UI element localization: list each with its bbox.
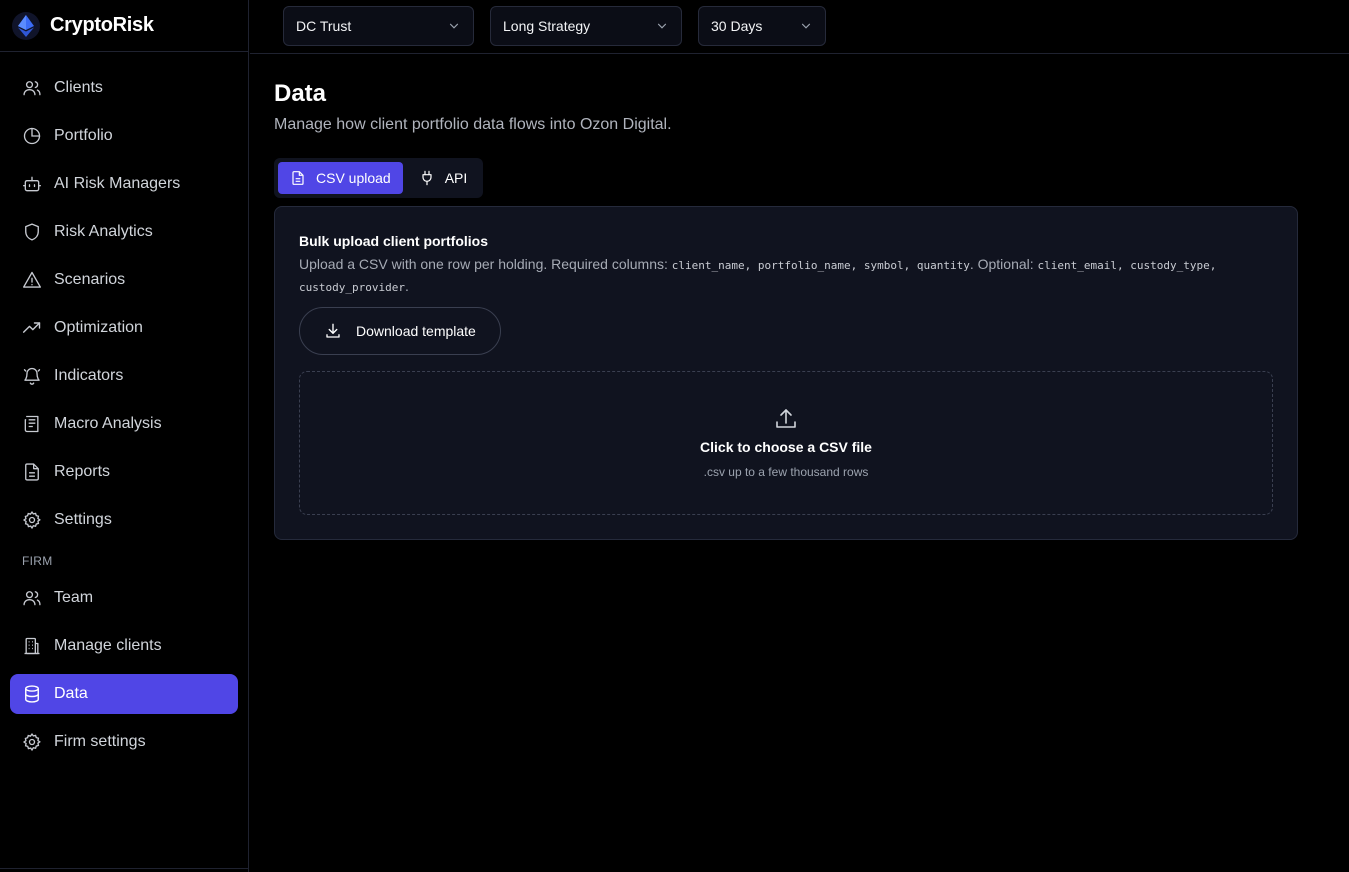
trending-up-icon xyxy=(22,318,42,338)
sidebar-item-label: Indicators xyxy=(54,367,124,384)
sentence-end: . xyxy=(969,256,974,272)
card-description: Upload a CSV with one row per holding. R… xyxy=(299,254,1219,298)
dropzone-hint: .csv up to a few thousand rows xyxy=(703,465,869,479)
optional-column: custody_type xyxy=(1130,259,1210,272)
tab-label: API xyxy=(444,170,468,186)
chevron-down-icon xyxy=(801,23,811,29)
topbar: DC Trust Long Strategy 30 Days xyxy=(250,0,1349,54)
ethereum-diamond-icon xyxy=(12,11,40,40)
sidebar-item-label: Reports xyxy=(54,463,111,480)
building-icon xyxy=(22,636,42,656)
sidebar-item-label: Manage clients xyxy=(54,637,162,654)
column-separator: , xyxy=(1117,259,1131,272)
users-icon xyxy=(22,78,42,98)
file-text-icon xyxy=(22,462,42,482)
gear-icon xyxy=(22,510,42,530)
tab-label: CSV upload xyxy=(316,170,391,186)
column-separator: , xyxy=(850,259,864,272)
sidebar-item-portfolio[interactable]: Portfolio xyxy=(10,116,238,156)
data-tabs: CSV upload API xyxy=(274,158,484,198)
sidebar-item-clients[interactable]: Clients xyxy=(10,68,238,108)
tab-csv-upload[interactable]: CSV upload xyxy=(278,162,403,194)
description-text: Upload a CSV with one row per holding. R… xyxy=(299,256,668,272)
users-icon xyxy=(22,588,42,608)
sidebar: CryptoRisk Clients Portfolio AI Risk Man… xyxy=(0,0,249,872)
download-template-label: Download template xyxy=(356,323,476,339)
optional-column: custody_provider xyxy=(299,281,405,294)
optional-column: client_email xyxy=(1037,259,1118,272)
sidebar-item-settings[interactable]: Settings xyxy=(10,500,238,540)
optional-label: Optional: xyxy=(977,256,1034,272)
database-icon xyxy=(22,684,42,704)
bot-icon xyxy=(22,174,42,194)
download-template-button[interactable]: Download template xyxy=(299,307,501,355)
sentence-end: . xyxy=(404,278,409,294)
required-column: client_name xyxy=(671,259,745,272)
brand-name: CryptoRisk xyxy=(50,14,154,36)
bulk-upload-card: Bulk upload client portfolios Upload a C… xyxy=(274,206,1298,540)
period-select-value: 30 Days xyxy=(711,18,763,34)
firm-nav: Team Manage clients Data Firm settings xyxy=(0,578,248,762)
client-select-value: DC Trust xyxy=(296,18,352,34)
column-separator: , xyxy=(744,259,758,272)
sidebar-item-reports[interactable]: Reports xyxy=(10,452,238,492)
sidebar-nav: Clients Portfolio AI Risk Managers Risk … xyxy=(0,52,248,540)
column-separator: , xyxy=(903,259,917,272)
sidebar-item-risk-analytics[interactable]: Risk Analytics xyxy=(10,212,238,252)
sidebar-item-label: Firm settings xyxy=(54,733,146,750)
file-icon xyxy=(290,170,306,186)
bell-icon xyxy=(22,366,42,386)
sidebar-item-label: Settings xyxy=(54,511,112,528)
card-title: Bulk upload client portfolios xyxy=(299,233,488,249)
required-column: portfolio_name xyxy=(757,259,851,272)
sidebar-item-manage-clients[interactable]: Manage clients xyxy=(10,626,238,666)
sidebar-item-label: Scenarios xyxy=(54,271,126,288)
sidebar-item-scenarios[interactable]: Scenarios xyxy=(10,260,238,300)
page-title: Data xyxy=(274,80,327,107)
sidebar-bottom-divider xyxy=(0,868,249,869)
sidebar-item-macro-analysis[interactable]: Macro Analysis xyxy=(10,404,238,444)
required-column: quantity xyxy=(916,259,970,272)
upload-icon xyxy=(776,409,796,428)
brand[interactable]: CryptoRisk xyxy=(0,0,248,52)
shield-icon xyxy=(22,222,42,242)
sidebar-item-data[interactable]: Data xyxy=(10,674,238,714)
pie-chart-icon xyxy=(22,126,42,146)
sidebar-item-label: Data xyxy=(54,685,88,702)
gear-icon xyxy=(22,732,42,752)
download-icon xyxy=(324,322,342,340)
sidebar-item-label: Risk Analytics xyxy=(54,223,153,240)
dropzone-title: Click to choose a CSV file xyxy=(700,439,872,455)
sidebar-item-label: Portfolio xyxy=(54,127,113,144)
firm-section-label: FIRM xyxy=(22,554,53,568)
sidebar-item-label: AI Risk Managers xyxy=(54,175,181,192)
csv-dropzone[interactable]: Click to choose a CSV file .csv up to a … xyxy=(299,371,1273,515)
sidebar-item-ai-risk-managers[interactable]: AI Risk Managers xyxy=(10,164,238,204)
sidebar-item-team[interactable]: Team xyxy=(10,578,238,618)
sidebar-item-label: Team xyxy=(54,589,94,606)
tab-api[interactable]: API xyxy=(407,162,480,194)
client-select[interactable]: DC Trust xyxy=(283,6,474,46)
page-subtitle: Manage how client portfolio data flows i… xyxy=(274,116,672,133)
column-separator: , xyxy=(1209,259,1217,272)
period-select[interactable]: 30 Days xyxy=(698,6,826,46)
sidebar-item-indicators[interactable]: Indicators xyxy=(10,356,238,396)
sidebar-item-label: Optimization xyxy=(54,319,143,336)
sidebar-item-optimization[interactable]: Optimization xyxy=(10,308,238,348)
sidebar-item-label: Macro Analysis xyxy=(54,415,162,432)
sidebar-item-firm-settings[interactable]: Firm settings xyxy=(10,722,238,762)
main-content: Data Manage how client portfolio data fl… xyxy=(274,54,1349,540)
strategy-select-value: Long Strategy xyxy=(503,18,591,34)
plug-icon xyxy=(419,170,435,186)
required-column: symbol xyxy=(863,259,904,272)
chevron-down-icon xyxy=(449,23,459,29)
sidebar-item-label: Clients xyxy=(54,79,103,96)
warning-triangle-icon xyxy=(22,270,42,290)
strategy-select[interactable]: Long Strategy xyxy=(490,6,682,46)
newspaper-icon xyxy=(22,414,42,434)
chevron-down-icon xyxy=(657,23,667,29)
